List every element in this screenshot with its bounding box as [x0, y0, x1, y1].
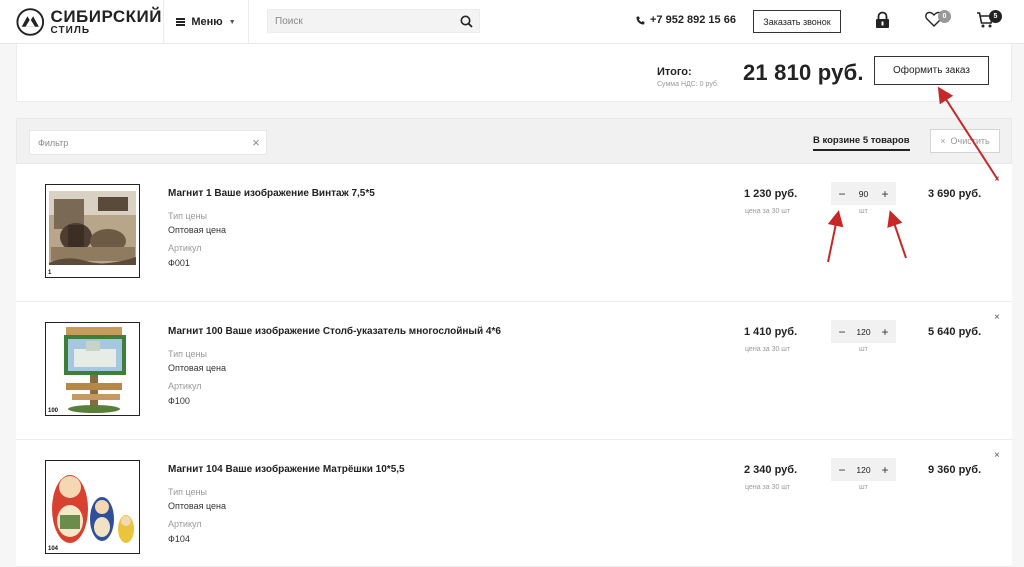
- product-image[interactable]: 100: [45, 322, 140, 416]
- quantity-stepper: − 90 +: [831, 182, 896, 205]
- hamburger-icon: [176, 18, 186, 26]
- search-input[interactable]: [268, 10, 453, 32]
- total-label: Итого:: [657, 66, 692, 78]
- quantity-value[interactable]: 90: [859, 189, 868, 199]
- cart-item: 104 Магнит 104 Ваше изображение Матрёшки…: [16, 440, 1012, 567]
- increase-button[interactable]: +: [874, 182, 896, 205]
- remove-item-button[interactable]: ×: [994, 450, 1000, 461]
- phone-number: +7 952 892 15 66: [650, 14, 736, 26]
- line-total: 5 640 руб.: [928, 326, 982, 338]
- quantity-stepper: − 120 +: [831, 458, 896, 481]
- site-header: СИБИРСКИЙ СТИЛЬ Меню ▼ +7 952 892 15 66 …: [0, 0, 1024, 44]
- price-note: цена за 30 шт: [745, 208, 791, 215]
- remove-item-button[interactable]: ×: [994, 174, 1000, 185]
- product-number: 100: [48, 408, 59, 414]
- order-summary: Итого: Сумма НДС: 0 руб. 21 810 руб. Офо…: [16, 44, 1012, 102]
- product-title[interactable]: Магнит 104 Ваше изображение Матрёшки 10*…: [168, 464, 405, 475]
- remove-item-button[interactable]: ×: [994, 312, 1000, 323]
- lock-icon[interactable]: [874, 11, 891, 34]
- sku-label: Артикул: [168, 381, 202, 391]
- matryoshka-magnet-image: [52, 475, 134, 543]
- price-type-value: Оптовая цена: [168, 501, 226, 511]
- quantity-stepper: − 120 +: [831, 320, 896, 343]
- product-number: 1: [48, 270, 52, 276]
- sku-value: Ф100: [168, 396, 190, 406]
- logo-title: СИБИРСКИЙ: [50, 7, 162, 26]
- price-type-label: Тип цены: [168, 487, 208, 497]
- unit-price: 1 230 руб.: [744, 188, 798, 200]
- increase-button[interactable]: +: [874, 458, 896, 481]
- product-number: 104: [48, 546, 59, 552]
- logo-mark-icon: [16, 8, 45, 36]
- filter-clear-icon[interactable]: ×: [246, 135, 266, 150]
- callback-button[interactable]: Заказать звонок: [753, 10, 841, 33]
- search-icon[interactable]: [453, 10, 479, 32]
- unit-label: шт: [859, 208, 868, 215]
- cart-items-tab[interactable]: В корзине 5 товаров: [813, 135, 910, 151]
- price-type-label: Тип цены: [168, 211, 208, 221]
- logo-subtitle: СТИЛЬ: [50, 25, 91, 36]
- filter-field: ×: [29, 130, 267, 155]
- unit-price: 1 410 руб.: [744, 326, 798, 338]
- sku-label: Артикул: [168, 519, 202, 529]
- filter-input[interactable]: [30, 131, 246, 154]
- decrease-button[interactable]: −: [831, 182, 853, 205]
- line-total: 9 360 руб.: [928, 464, 982, 476]
- sku-value: Ф104: [168, 534, 190, 544]
- cart-count-badge: 5: [989, 10, 1002, 23]
- quantity-value[interactable]: 120: [856, 465, 870, 475]
- vintage-magnet-image: [49, 191, 136, 265]
- total-sum: 21 810 руб.: [743, 60, 864, 85]
- price-type-value: Оптовая цена: [168, 363, 226, 373]
- increase-button[interactable]: +: [874, 320, 896, 343]
- unit-label: шт: [859, 346, 868, 353]
- price-note: цена за 30 шт: [745, 346, 791, 353]
- menu-button[interactable]: Меню ▼: [163, 0, 249, 44]
- clear-icon: ×: [940, 136, 946, 146]
- phone-link[interactable]: +7 952 892 15 66: [636, 14, 736, 26]
- cart-toolbar: × В корзине 5 товаров × Очистить: [16, 118, 1012, 164]
- unit-price: 2 340 руб.: [744, 464, 798, 476]
- clear-cart-label: Очистить: [950, 136, 990, 146]
- chevron-down-icon: ▼: [228, 18, 236, 26]
- menu-label: Меню: [191, 16, 223, 28]
- phone-icon: [636, 16, 645, 24]
- product-title[interactable]: Магнит 1 Ваше изображение Винтаж 7,5*5: [168, 188, 375, 199]
- decrease-button[interactable]: −: [831, 458, 853, 481]
- product-title[interactable]: Магнит 100 Ваше изображение Столб-указат…: [168, 326, 501, 337]
- logo[interactable]: СИБИРСКИЙ СТИЛЬ: [16, 6, 162, 38]
- decrease-button[interactable]: −: [831, 320, 853, 343]
- price-type-label: Тип цены: [168, 349, 208, 359]
- price-note: цена за 30 шт: [745, 484, 791, 491]
- quantity-value[interactable]: 120: [856, 327, 870, 337]
- sku-label: Артикул: [168, 243, 202, 253]
- clear-cart-button[interactable]: × Очистить: [930, 129, 1000, 153]
- cart-item: 100 Магнит 100 Ваше изображение Столб-ук…: [16, 302, 1012, 440]
- line-total: 3 690 руб.: [928, 188, 982, 200]
- checkout-button[interactable]: Оформить заказ: [874, 56, 989, 85]
- favorites-count-badge: 0: [938, 10, 951, 23]
- vat-label: Сумма НДС: 0 руб.: [657, 81, 719, 88]
- price-type-value: Оптовая цена: [168, 225, 226, 235]
- cart-item: 1 Магнит 1 Ваше изображение Винтаж 7,5*5…: [16, 164, 1012, 302]
- search-bar: [267, 9, 480, 33]
- sku-value: Ф001: [168, 258, 190, 268]
- product-image[interactable]: 1: [45, 184, 140, 278]
- unit-label: шт: [859, 484, 868, 491]
- product-image[interactable]: 104: [45, 460, 140, 554]
- signpost-magnet-image: [64, 327, 126, 413]
